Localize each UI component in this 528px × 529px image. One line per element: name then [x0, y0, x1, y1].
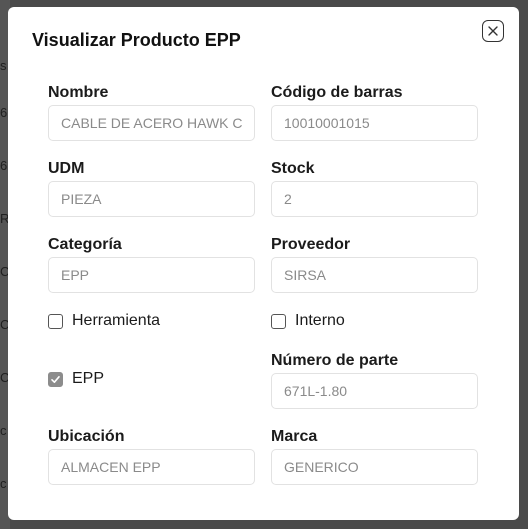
- close-button[interactable]: [482, 20, 504, 42]
- background-text: c: [0, 423, 7, 438]
- dialog-title: Visualizar Producto EPP: [32, 30, 241, 50]
- epp-checkbox-row[interactable]: EPP: [48, 370, 104, 388]
- close-icon: [488, 26, 498, 36]
- proveedor-field[interactable]: SIRSA: [271, 257, 478, 293]
- background-text: 6: [0, 158, 8, 173]
- epp-checkbox[interactable]: [48, 371, 63, 387]
- interno-checkbox[interactable]: [271, 313, 286, 329]
- herramienta-checkbox-row[interactable]: Herramienta: [48, 312, 160, 330]
- background-text: 6: [0, 105, 8, 120]
- view-product-dialog: Visualizar Producto EPP Nombre CABLE DE …: [8, 7, 519, 520]
- codigo-barras-field[interactable]: 10010001015: [271, 105, 478, 141]
- ubicacion-label: Ubicación: [48, 428, 125, 445]
- numero-parte-field[interactable]: 671L-1.80: [271, 373, 478, 409]
- ubicacion-field[interactable]: ALMACEN EPP: [48, 449, 255, 485]
- udm-field[interactable]: PIEZA: [48, 181, 255, 217]
- nombre-label: Nombre: [48, 84, 109, 101]
- herramienta-label: Herramienta: [72, 312, 161, 329]
- marca-field[interactable]: GENERICO: [271, 449, 478, 485]
- nombre-field[interactable]: CABLE DE ACERO HAWK C: [48, 105, 255, 141]
- numero-parte-label: Número de parte: [271, 352, 399, 369]
- background-text: s: [0, 58, 7, 73]
- herramienta-checkbox[interactable]: [48, 313, 63, 329]
- udm-label: UDM: [48, 160, 85, 177]
- interno-label: Interno: [295, 312, 345, 329]
- codigo-barras-label: Código de barras: [271, 84, 403, 101]
- stock-field[interactable]: 2: [271, 181, 478, 217]
- epp-label: EPP: [72, 370, 105, 387]
- background-text: c: [0, 476, 7, 491]
- stock-label: Stock: [271, 160, 315, 177]
- interno-checkbox-row[interactable]: Interno: [271, 312, 345, 330]
- proveedor-label: Proveedor: [271, 236, 351, 253]
- checkmark-icon: [51, 375, 60, 383]
- categoria-label: Categoría: [48, 236, 122, 253]
- categoria-field[interactable]: EPP: [48, 257, 255, 293]
- marca-label: Marca: [271, 428, 318, 445]
